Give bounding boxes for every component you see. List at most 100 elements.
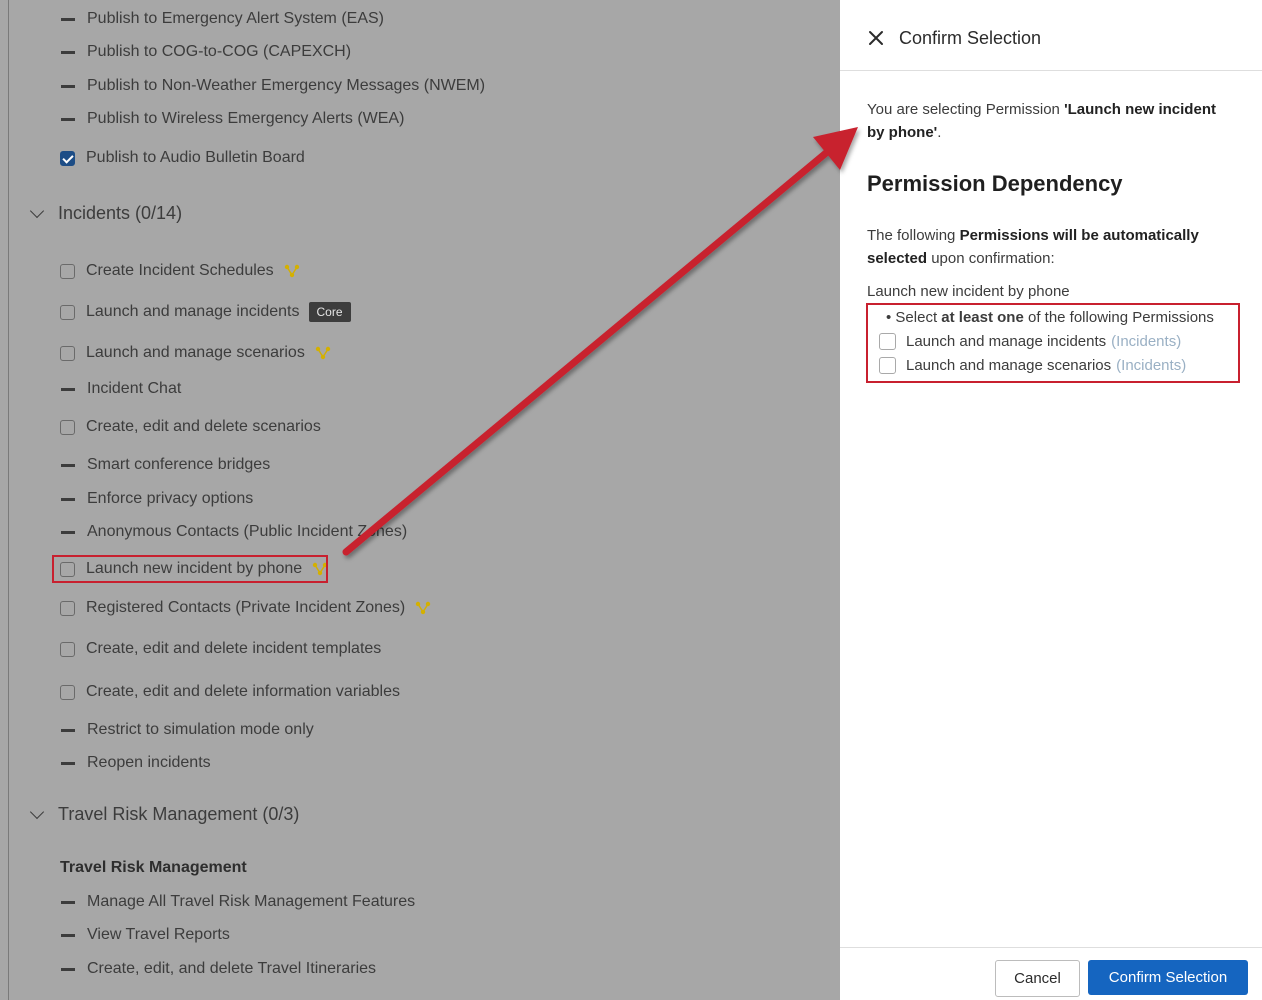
- permission-row[interactable]: Create, edit and delete scenarios: [60, 414, 321, 440]
- intro-prefix: You are selecting Permission: [867, 101, 1065, 118]
- permission-row: Create, edit, and delete Travel Itinerar…: [60, 956, 376, 982]
- indeterminate-dash-icon: [61, 463, 75, 467]
- indeterminate-dash-icon: [61, 17, 75, 21]
- dependency-description: The following Permissions will be automa…: [867, 224, 1237, 270]
- pane-edge: [8, 0, 9, 1000]
- permission-label: Create, edit and delete scenarios: [86, 418, 321, 435]
- indeterminate-dash-icon: [61, 84, 75, 88]
- confirm-selection-button[interactable]: Confirm Selection: [1088, 960, 1248, 995]
- intro-suffix: .: [937, 124, 942, 141]
- indeterminate-dash-icon: [61, 967, 75, 971]
- permission-row: Publish to COG-to-COG (CAPEXCH): [60, 39, 351, 65]
- indeterminate-dash-icon: [61, 530, 75, 534]
- dependency-option[interactable]: Launch and manage scenarios (Incidents): [879, 357, 1186, 374]
- group-title: Incidents (0/14): [58, 203, 183, 223]
- group-toggle-incidents[interactable]: Incidents (0/14): [29, 203, 183, 224]
- permission-row: Publish to Non-Weather Emergency Message…: [60, 73, 485, 99]
- indeterminate-dash-icon: [61, 761, 75, 765]
- panel-footer: Cancel Confirm Selection: [840, 947, 1262, 1000]
- checkbox[interactable]: [60, 304, 75, 320]
- permission-row[interactable]: Launch and manage scenarios: [60, 340, 331, 366]
- indeterminate-dash-icon: [61, 50, 75, 54]
- group-subheading: Travel Risk Management: [60, 859, 247, 876]
- permission-row[interactable]: Create Incident Schedules: [60, 258, 300, 284]
- following-suffix: upon confirmation:: [927, 250, 1055, 267]
- indeterminate-dash-icon: [61, 728, 75, 732]
- option-group: (Incidents): [1111, 333, 1182, 350]
- cancel-button[interactable]: Cancel: [995, 960, 1080, 997]
- permission-label: Publish to COG-to-COG (CAPEXCH): [87, 43, 352, 60]
- option-label: Launch and manage incidents: [906, 333, 1107, 350]
- following-prefix: The following: [867, 227, 960, 244]
- permission-row: Manage All Travel Risk Management Featur…: [60, 889, 415, 915]
- dependency-icon: [284, 264, 299, 278]
- permission-row[interactable]: Registered Contacts (Private Incident Zo…: [60, 595, 431, 621]
- checkbox[interactable]: [60, 684, 75, 700]
- permissions-list: Publish to Emergency Alert System (EAS) …: [0, 0, 840, 1000]
- permission-label: Create, edit and delete information vari…: [86, 683, 400, 700]
- dependency-rule: • Select at least one of the following P…: [886, 309, 1214, 326]
- permission-label: Create, edit and delete incident templat…: [86, 640, 382, 657]
- permission-label: View Travel Reports: [87, 926, 230, 943]
- indeterminate-dash-icon: [61, 933, 75, 937]
- permission-row[interactable]: Create, edit and delete information vari…: [60, 679, 400, 705]
- permission-label: Publish to Audio Bulletin Board: [86, 149, 305, 166]
- panel-header: Confirm Selection: [840, 0, 1262, 71]
- dependency-title: Permission Dependency: [867, 171, 1123, 196]
- dependency-icon: [416, 601, 431, 615]
- indeterminate-dash-icon: [61, 497, 75, 501]
- checkbox[interactable]: [60, 419, 75, 435]
- permission-label: Registered Contacts (Private Incident Zo…: [86, 599, 406, 616]
- rule-bold: at least one: [941, 309, 1024, 326]
- permission-label: Smart conference bridges: [87, 456, 271, 473]
- permission-label: Publish to Non-Weather Emergency Message…: [87, 77, 486, 94]
- permission-label: Launch and manage incidents: [86, 303, 300, 320]
- indeterminate-dash-icon: [61, 387, 75, 391]
- checkbox[interactable]: [60, 600, 75, 616]
- permission-row: Restrict to simulation mode only: [60, 717, 314, 743]
- checkbox[interactable]: [60, 345, 75, 361]
- dependency-options-box: • Select at least one of the following P…: [866, 303, 1240, 383]
- dependency-option[interactable]: Launch and manage incidents (Incidents): [879, 333, 1181, 350]
- permission-label: Create Incident Schedules: [86, 262, 274, 279]
- permission-label: Incident Chat: [87, 380, 182, 397]
- intro-text: You are selecting Permission 'Launch new…: [867, 98, 1237, 144]
- permission-row: Enforce privacy options: [60, 486, 253, 512]
- permission-label: Reopen incidents: [87, 754, 211, 771]
- permission-label: Manage All Travel Risk Management Featur…: [87, 893, 416, 910]
- permission-row: Smart conference bridges: [60, 452, 270, 478]
- permission-label: Restrict to simulation mode only: [87, 721, 314, 738]
- permission-row[interactable]: Create, edit and delete incident templat…: [60, 636, 381, 662]
- permission-row[interactable]: Launch and manage incidents Core: [60, 299, 351, 325]
- permission-label: Publish to Emergency Alert System (EAS): [87, 10, 384, 27]
- permission-row: Anonymous Contacts (Public Incident Zone…: [60, 519, 407, 545]
- rule-suffix: of the following Permissions: [1023, 309, 1214, 326]
- selected-permission-name: Launch new incident by phone: [867, 283, 1070, 300]
- close-icon[interactable]: [868, 30, 884, 46]
- confirm-selection-panel: Confirm Selection You are selecting Perm…: [840, 0, 1262, 1000]
- permission-label: Enforce privacy options: [87, 490, 254, 507]
- permission-row[interactable]: Publish to Audio Bulletin Board: [60, 145, 305, 171]
- rule-prefix: • Select: [886, 309, 942, 326]
- core-badge: Core: [308, 302, 351, 322]
- chevron-down-icon: [29, 804, 45, 819]
- group-title: Travel Risk Management (0/3): [58, 804, 300, 824]
- highlight-box: [52, 555, 328, 583]
- checkbox[interactable]: [879, 333, 896, 350]
- permission-row: View Travel Reports: [60, 922, 230, 948]
- group-toggle-travel[interactable]: Travel Risk Management (0/3): [29, 804, 300, 825]
- checkbox[interactable]: [60, 641, 75, 657]
- indeterminate-dash-icon: [61, 900, 75, 904]
- dependency-icon: [315, 346, 331, 360]
- option-group: (Incidents): [1116, 357, 1187, 374]
- checkbox[interactable]: [60, 263, 75, 279]
- checkbox-checked[interactable]: [60, 150, 75, 166]
- chevron-down-icon: [29, 203, 45, 218]
- permission-row: Publish to Wireless Emergency Alerts (WE…: [60, 106, 404, 132]
- panel-title: Confirm Selection: [899, 28, 1042, 48]
- permission-row: Publish to Emergency Alert System (EAS): [60, 6, 384, 32]
- permission-label: Create, edit, and delete Travel Itinerar…: [87, 960, 377, 977]
- permission-label: Anonymous Contacts (Public Incident Zone…: [87, 523, 408, 540]
- option-label: Launch and manage scenarios: [906, 357, 1112, 374]
- checkbox[interactable]: [879, 357, 896, 374]
